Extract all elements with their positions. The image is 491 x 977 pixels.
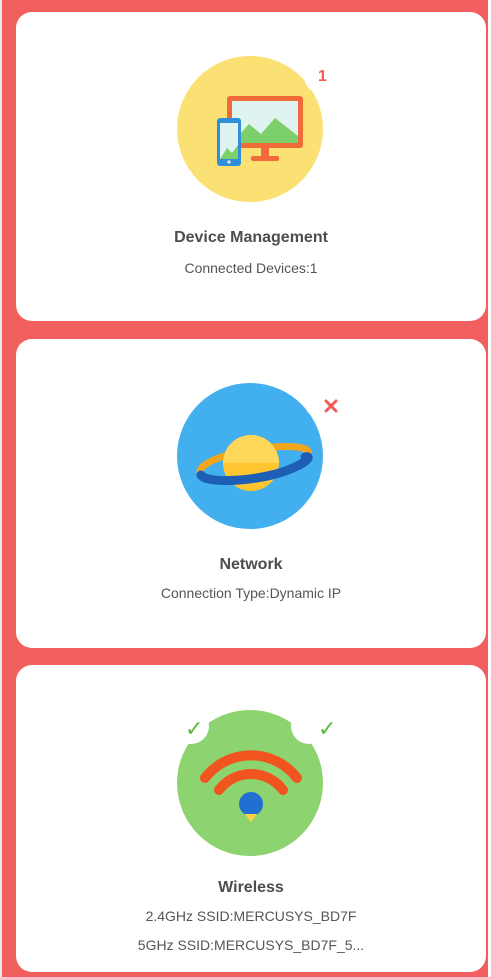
device-count-badge: 1 xyxy=(318,68,327,85)
error-x-icon xyxy=(324,399,338,413)
ssid-24ghz-text: 2.4GHz SSID:MERCUSYS_BD7F xyxy=(145,908,357,924)
planet-icon xyxy=(177,383,340,529)
check-icon: ✓ xyxy=(318,716,337,741)
status-panel: 1 Device Management Connected Devices:1 xyxy=(0,0,491,977)
connected-devices-text: Connected Devices:1 xyxy=(184,260,318,276)
ssid-5ghz-text: 5GHz SSID:MERCUSYS_BD7F_5... xyxy=(137,937,365,953)
connection-type-text: Connection Type:Dynamic IP xyxy=(160,585,342,601)
wireless-card[interactable]: ✓ ✓ Wireless 2.4GHz SSID:MERCUSYS_BD7F 5… xyxy=(16,665,486,972)
wireless-title: Wireless xyxy=(218,879,284,896)
device-management-title: Device Management xyxy=(174,229,328,246)
wifi-icon: ✓ ✓ xyxy=(173,708,336,856)
network-title: Network xyxy=(219,556,283,573)
device-management-card[interactable]: 1 Device Management Connected Devices:1 xyxy=(16,12,486,321)
check-icon: ✓ xyxy=(185,716,204,741)
devices-icon: 1 xyxy=(177,56,340,202)
network-card[interactable]: Network Connection Type:Dynamic IP xyxy=(16,339,486,648)
